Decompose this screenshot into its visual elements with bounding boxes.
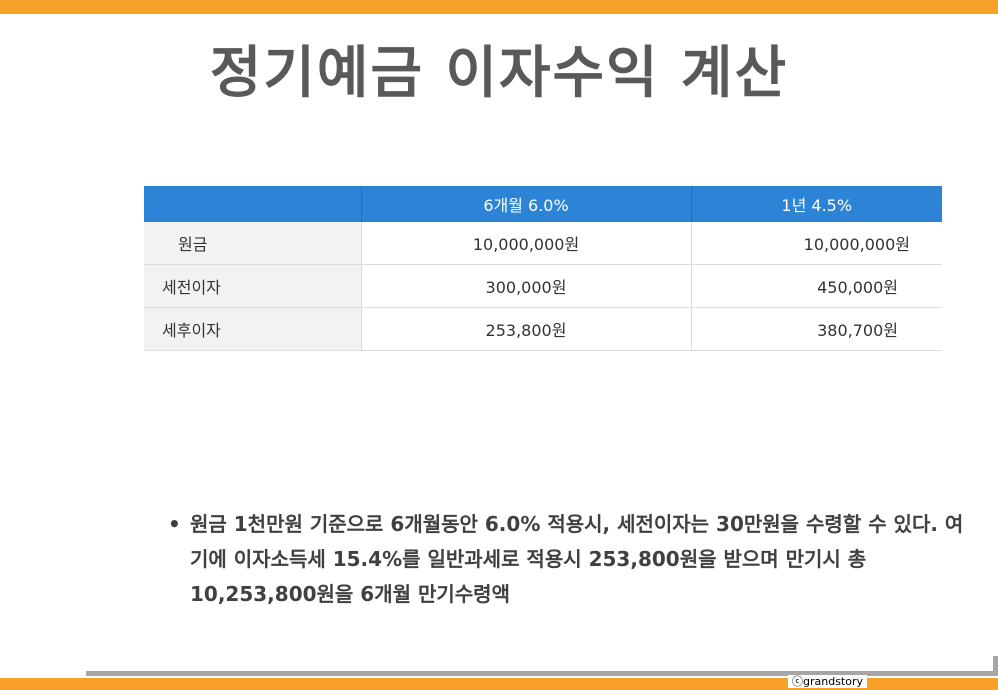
row-label: 원금 [144,222,362,265]
header-cell-empty [144,186,361,222]
interest-table: 6개월 6.0% 1년 4.5% 원금 10,000,000원 10,000,0… [144,186,942,351]
table-header-row: 6개월 6.0% 1년 4.5% [144,186,942,222]
cell-6month: 10,000,000원 [361,222,692,265]
bullet-icon: • [168,512,181,536]
header-cell-6month: 6개월 6.0% [360,186,692,222]
slide-title: 정기예금 이자수익 계산 [209,41,789,106]
header-cell-1year: 1년 4.5% [691,186,942,222]
row-label: 세후이자 [144,307,362,351]
cell-6month: 253,800원 [361,307,692,351]
copyright-label: ⓒgrandstory [788,675,868,688]
cell-1year: 10,000,000원 [691,222,942,265]
bullet-text: 원금 1천만원 기준으로 6개월동안 6.0% 적용시, 세전이자는 30만원을… [190,512,964,606]
table-row: 세후이자 253,800원 380,700원 [144,307,942,351]
cell-1year: 450,000원 [691,264,942,308]
row-label: 세전이자 [144,264,362,308]
cell-6month: 300,000원 [361,264,692,308]
bullet-paragraph: • 원금 1천만원 기준으로 6개월동안 6.0% 적용시, 세전이자는 30만… [168,507,968,612]
table-row: 원금 10,000,000원 10,000,000원 [144,222,942,265]
footer-divider-corner [993,656,998,676]
top-accent-bar [0,0,998,14]
table-row: 세전이자 300,000원 450,000원 [144,264,942,308]
cell-1year: 380,700원 [691,307,942,351]
